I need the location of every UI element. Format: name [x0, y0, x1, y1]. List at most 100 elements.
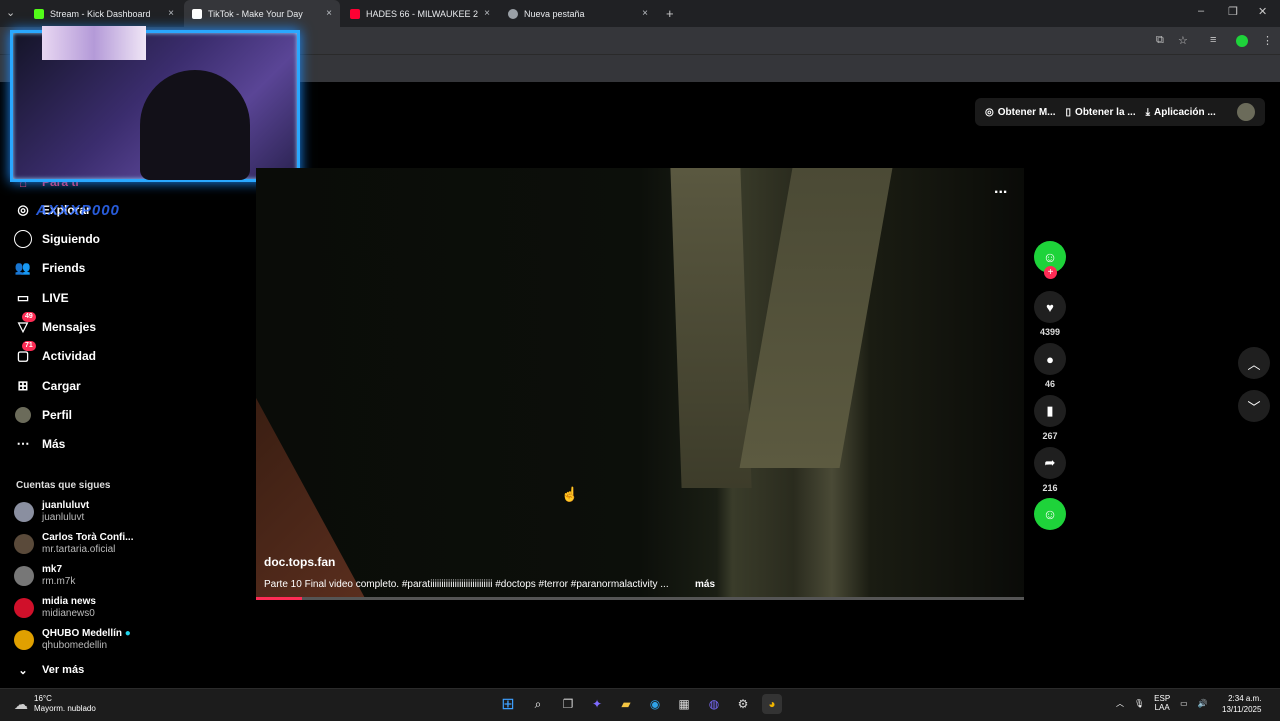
- sidebar-item-perfil[interactable]: Perfil: [14, 405, 72, 425]
- window-close-icon[interactable]: ✕: [1258, 5, 1267, 18]
- header-button-label: Obtener la ...: [1075, 106, 1136, 118]
- sidebar-item-mas[interactable]: ⋯ Más: [14, 434, 66, 454]
- tab-new[interactable]: Nueva pestaña ×: [500, 0, 656, 27]
- language-indicator[interactable]: ESP LAA: [1154, 694, 1170, 712]
- sidebar-item-label: Actividad: [42, 349, 97, 363]
- share-icon: ➦: [1034, 447, 1066, 479]
- get-app-button[interactable]: ▯ Obtener la ...: [1066, 107, 1136, 118]
- close-icon[interactable]: ×: [484, 8, 490, 19]
- account-item[interactable]: juanluluvt juanluluvt: [14, 500, 89, 524]
- profile-avatar[interactable]: [1237, 103, 1255, 121]
- sidebar-item-friends[interactable]: 👥 Friends: [14, 258, 85, 278]
- follow-plus-icon[interactable]: +: [1044, 266, 1057, 279]
- tab-search-icon[interactable]: ⌄: [6, 6, 15, 19]
- tray-overflow-icon[interactable]: ︿: [1116, 698, 1124, 709]
- volume-icon[interactable]: 🔊: [1198, 699, 1208, 708]
- sidebar-item-live[interactable]: ▭ LIVE: [14, 288, 69, 308]
- video-progress-bar[interactable]: [256, 597, 1024, 600]
- sidebar-item-label: LIVE: [42, 291, 69, 305]
- close-icon[interactable]: ×: [168, 8, 174, 19]
- account-handle: juanluluvt: [42, 512, 85, 523]
- account-name: Carlos Torà Confi...: [42, 532, 134, 543]
- file-explorer-icon[interactable]: ▰: [616, 694, 636, 714]
- chevron-down-icon: ﹀: [1247, 399, 1261, 415]
- extension-icon[interactable]: [1236, 35, 1248, 47]
- download-icon: ⤓: [1145, 106, 1151, 118]
- header-button-label: Obtener M...: [997, 106, 1056, 118]
- language-code: ESP: [1154, 694, 1171, 703]
- video-more-options-button[interactable]: ...: [994, 180, 1007, 198]
- cloud-icon: ☁: [14, 695, 28, 712]
- windows-taskbar: [0, 688, 1280, 721]
- webcam-thumbnail: [42, 26, 146, 60]
- save-button[interactable]: ▮ 267: [1034, 395, 1066, 441]
- like-count: 4399: [1039, 327, 1061, 337]
- streamer-silhouette: [140, 70, 250, 180]
- maximize-icon[interactable]: ❐: [1228, 5, 1238, 18]
- video-player[interactable]: [256, 168, 1024, 600]
- download-app-button[interactable]: ⤓ Aplicación ...: [1146, 107, 1216, 118]
- comment-button[interactable]: ● 46: [1034, 343, 1066, 389]
- phone-icon: ▯: [1065, 106, 1072, 118]
- chrome-icon[interactable]: ◕: [762, 694, 782, 714]
- like-button[interactable]: ♥ 4399: [1034, 291, 1066, 337]
- tab-kick-dashboard[interactable]: Stream - Kick Dashboard ×: [26, 0, 182, 27]
- next-video-button[interactable]: ﹀: [1238, 390, 1270, 422]
- taskbar-clock[interactable]: 2:34 a.m. 13/11/2025: [1222, 693, 1261, 715]
- app-icon[interactable]: ⚙: [733, 694, 753, 714]
- share-count: 216: [1042, 483, 1058, 493]
- close-icon[interactable]: ×: [326, 8, 332, 19]
- bookmark-star-icon[interactable]: ☆: [1178, 34, 1188, 47]
- avatar: [14, 566, 34, 586]
- edge-icon[interactable]: ◉: [645, 694, 665, 714]
- tab-youtube-hades[interactable]: HADES 66 - MILWAUKEE 2 ×: [342, 0, 498, 27]
- get-coins-button[interactable]: ◎ Obtener M...: [985, 107, 1056, 118]
- sidebar-item-siguiendo[interactable]: Siguiendo: [14, 229, 100, 249]
- video-progress-fill: [256, 597, 303, 600]
- video-author[interactable]: doc.tops.fan: [264, 555, 335, 569]
- comment-icon: ●: [1034, 343, 1066, 375]
- close-icon[interactable]: ×: [642, 8, 648, 19]
- account-item[interactable]: QHUBO Medellín ● qhubomedellin: [14, 628, 131, 652]
- task-view-icon[interactable]: ❐: [558, 694, 578, 714]
- sidebar-item-cargar[interactable]: ⊞ Cargar: [14, 376, 81, 396]
- sidebar-item-actividad[interactable]: ▢ 71 Actividad: [14, 341, 97, 366]
- creator-avatar-button[interactable]: ☺ +: [1034, 241, 1066, 279]
- account-item[interactable]: midia news midianews0: [14, 596, 96, 620]
- account-name: mk7: [42, 564, 63, 575]
- minimize-icon[interactable]: –: [1198, 5, 1204, 17]
- avatar: [14, 534, 34, 554]
- video-frame-floor: [256, 398, 366, 600]
- browser-menu-icon[interactable]: ⋮: [1262, 34, 1273, 47]
- header-actions: ◎ Obtener M... ▯ Obtener la ... ⤓ Aplicació…: [975, 98, 1265, 126]
- activity-icon: ▢ 71: [14, 341, 36, 365]
- weather-widget[interactable]: ☁ 16°C Mayorm. nublado: [14, 694, 96, 714]
- friends-icon: 👥: [14, 260, 32, 275]
- sidebar-item-label: Siguiendo: [42, 232, 100, 246]
- previous-video-button[interactable]: ︿: [1238, 347, 1270, 379]
- share-button[interactable]: ➦ 216: [1034, 447, 1066, 493]
- new-tab-button[interactable]: +: [666, 6, 674, 21]
- copilot-icon[interactable]: ✦: [587, 694, 607, 714]
- windows-start-icon[interactable]: ⊞: [498, 694, 518, 714]
- avatar: [14, 598, 34, 618]
- music-disc-icon: ☺: [1034, 498, 1066, 530]
- sidebar-item-mensajes[interactable]: ▽ 49 Mensajes: [14, 312, 96, 337]
- discord-icon[interactable]: ◍: [704, 694, 724, 714]
- sidebar-item-label: Más: [42, 437, 66, 451]
- microphone-icon[interactable]: 🎙: [1134, 699, 1144, 708]
- install-icon[interactable]: ⧉: [1156, 34, 1164, 47]
- network-icon[interactable]: ▭: [1180, 699, 1188, 708]
- search-icon[interactable]: ⌕: [528, 694, 548, 714]
- media-controls-icon[interactable]: ≡: [1210, 34, 1216, 46]
- store-icon[interactable]: ▦: [674, 694, 694, 714]
- account-name: juanluluvt: [42, 500, 90, 511]
- sidebar-item-label: Friends: [42, 261, 86, 275]
- see-more-button[interactable]: ⌄ Ver más: [14, 660, 84, 680]
- account-item[interactable]: Carlos Torà Confi... mr.tartaria.oficial: [14, 532, 134, 556]
- tab-tiktok[interactable]: TikTok - Make Your Day ×: [184, 0, 340, 27]
- account-handle: qhubomedellin: [42, 640, 108, 651]
- account-item[interactable]: mk7 rm.m7k: [14, 564, 75, 588]
- music-disc-button[interactable]: ☺: [1034, 498, 1066, 530]
- caption-more-button[interactable]: más: [695, 579, 715, 590]
